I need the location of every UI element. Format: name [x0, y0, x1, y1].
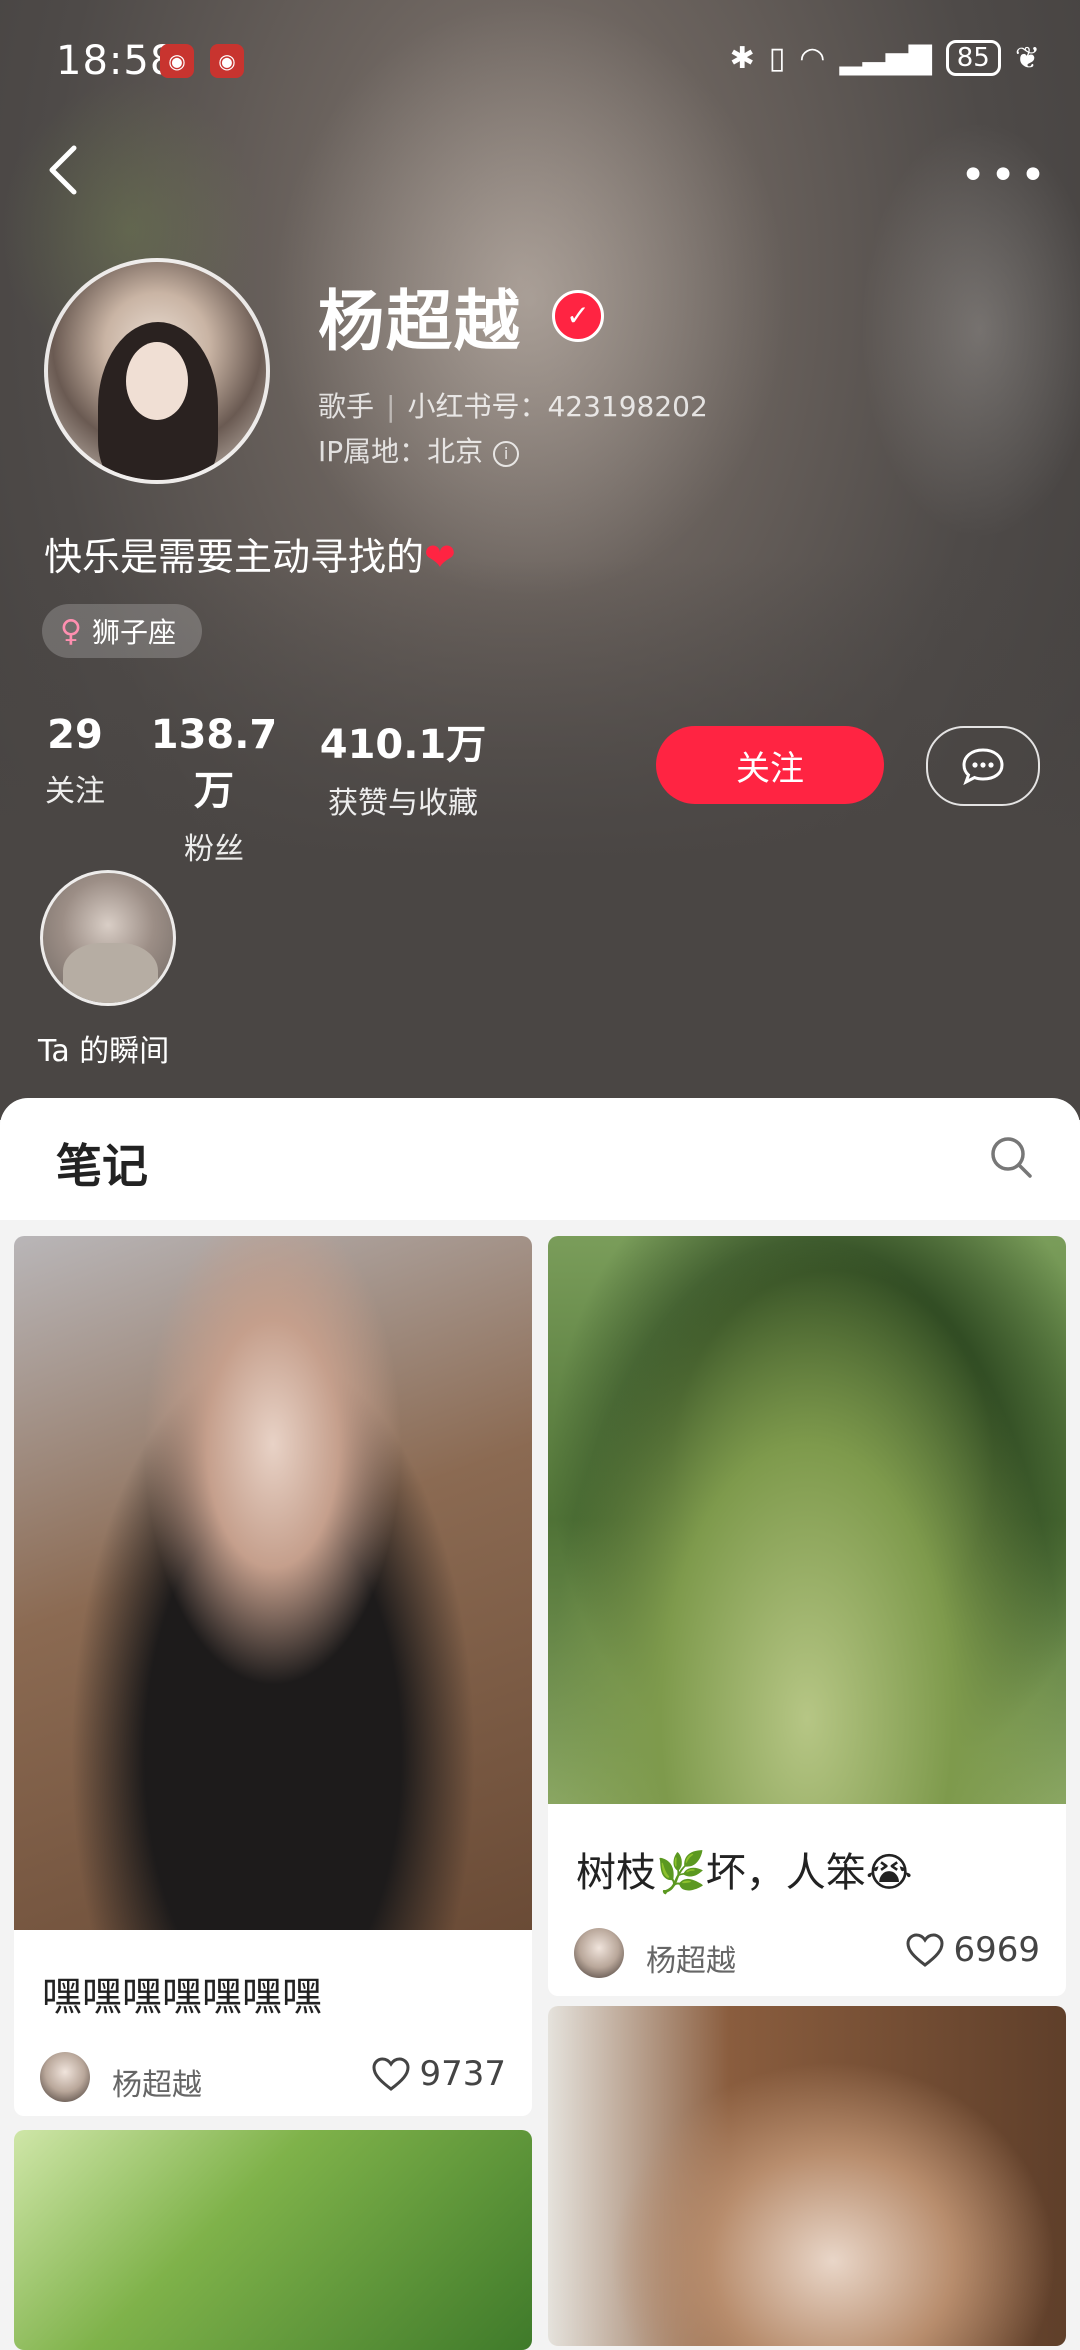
heart-icon: ❤ — [424, 535, 456, 579]
note-cover-image — [14, 2130, 532, 2350]
profile-ip-location[interactable]: IP属地：北京 i — [318, 430, 520, 470]
vibrate-icon: ▯ — [768, 40, 786, 76]
moment-photo — [63, 943, 158, 1003]
like-count-value: 6969 — [953, 1930, 1040, 1970]
author-avatar — [574, 1928, 624, 1978]
ip-label: IP属地：北京 — [318, 435, 484, 468]
stat-label: 粉丝 — [184, 832, 244, 867]
stat-label: 关注 — [45, 774, 105, 809]
bluetooth-icon: ✱ — [729, 40, 755, 76]
notification-app-icon: ◉ — [160, 44, 194, 78]
profile-avatar[interactable] — [44, 258, 270, 484]
notes-tab-bar: 笔记 — [0, 1098, 1080, 1221]
profile-role: 歌手 — [318, 390, 375, 423]
chevron-left-icon — [49, 145, 77, 195]
tag-label: 狮子座 — [91, 616, 176, 649]
like-count[interactable]: 9737 — [371, 2054, 506, 2094]
heart-outline-icon — [372, 2057, 410, 2091]
follow-button[interactable]: 关注 — [656, 726, 884, 804]
signal-icon: ▂▃▅▇ — [839, 40, 932, 76]
note-card[interactable]: 嘿嘿嘿嘿嘿嘿嘿 杨超越 9737 — [14, 1236, 532, 2116]
moment-thumbnail[interactable] — [40, 870, 176, 1006]
message-button[interactable] — [926, 726, 1040, 806]
note-title: 嘿嘿嘿嘿嘿嘿嘿 — [42, 1974, 322, 2020]
search-icon[interactable] — [988, 1134, 1034, 1180]
note-title: 树枝🌿坏，人笨😭 — [576, 1850, 913, 1896]
avatar-photo — [126, 342, 188, 420]
note-author: 杨超越 — [112, 2068, 202, 2103]
note-card[interactable] — [14, 2130, 532, 2350]
stat-value: 29 — [47, 712, 103, 758]
author-avatar — [40, 2052, 90, 2102]
back-button[interactable] — [40, 140, 90, 200]
chat-bubble-icon — [962, 748, 1004, 786]
more-button[interactable]: ••• — [960, 150, 1050, 201]
tab-notes[interactable]: 笔记 — [56, 1130, 148, 1196]
profile-name: 杨超越 — [318, 283, 522, 360]
status-icons: ✱ ▯ ◠ ▂▃▅▇ 85 ❦ — [730, 40, 1040, 76]
status-time: 18:58 — [56, 38, 177, 84]
more-dots-icon: ••• — [960, 150, 1050, 201]
stat-value: 138.7万 — [150, 712, 278, 814]
leaf-icon: ❦ — [1014, 40, 1040, 76]
note-author: 杨超越 — [646, 1944, 736, 1979]
note-cover-image — [548, 1236, 1066, 1804]
profile-id: 小红书号：423198202 — [407, 390, 708, 423]
note-cover-image — [548, 2006, 1066, 2346]
stat-following[interactable]: 29 关注 — [40, 712, 110, 810]
battery-icon: 85 — [945, 40, 1001, 76]
bio-text: 快乐是需要主动寻找的 — [44, 535, 425, 579]
stat-value: 410.1万 — [319, 722, 487, 768]
stat-followers[interactable]: 138.7万 粉丝 — [134, 712, 294, 868]
stat-label: 获赞与收藏 — [328, 786, 478, 821]
like-count[interactable]: 6969 — [905, 1930, 1040, 1970]
zodiac-tag: ♀ 狮子座 — [42, 604, 202, 658]
wifi-icon: ◠ — [799, 40, 826, 76]
stat-likes-and-saves[interactable]: 410.1万 获赞与收藏 — [318, 712, 488, 822]
info-icon: i — [493, 441, 520, 467]
verified-icon: ✓ — [552, 290, 604, 342]
heart-outline-icon — [906, 1933, 944, 1967]
profile-meta: 歌手 | 小红书号：423198202 — [318, 390, 708, 423]
status-bar: 18:58 ◉ ◉ ✱ ▯ ◠ ▂▃▅▇ 85 ❦ — [0, 0, 1080, 120]
note-card[interactable]: 树枝🌿坏，人笨😭 杨超越 6969 — [548, 1236, 1066, 1996]
note-card[interactable] — [548, 2006, 1066, 2346]
profile-bio: 快乐是需要主动寻找的❤ — [44, 526, 456, 581]
like-count-value: 9737 — [419, 2054, 506, 2094]
notification-app-icon: ◉ — [210, 44, 244, 78]
notes-feed: 嘿嘿嘿嘿嘿嘿嘿 杨超越 9737 树枝🌿坏，人笨😭 杨超越 6969 — [0, 1220, 1080, 2350]
note-cover-image — [14, 1236, 532, 1930]
moments-label: Ta 的瞬间 — [38, 1034, 170, 1069]
female-icon: ♀ — [60, 613, 82, 649]
